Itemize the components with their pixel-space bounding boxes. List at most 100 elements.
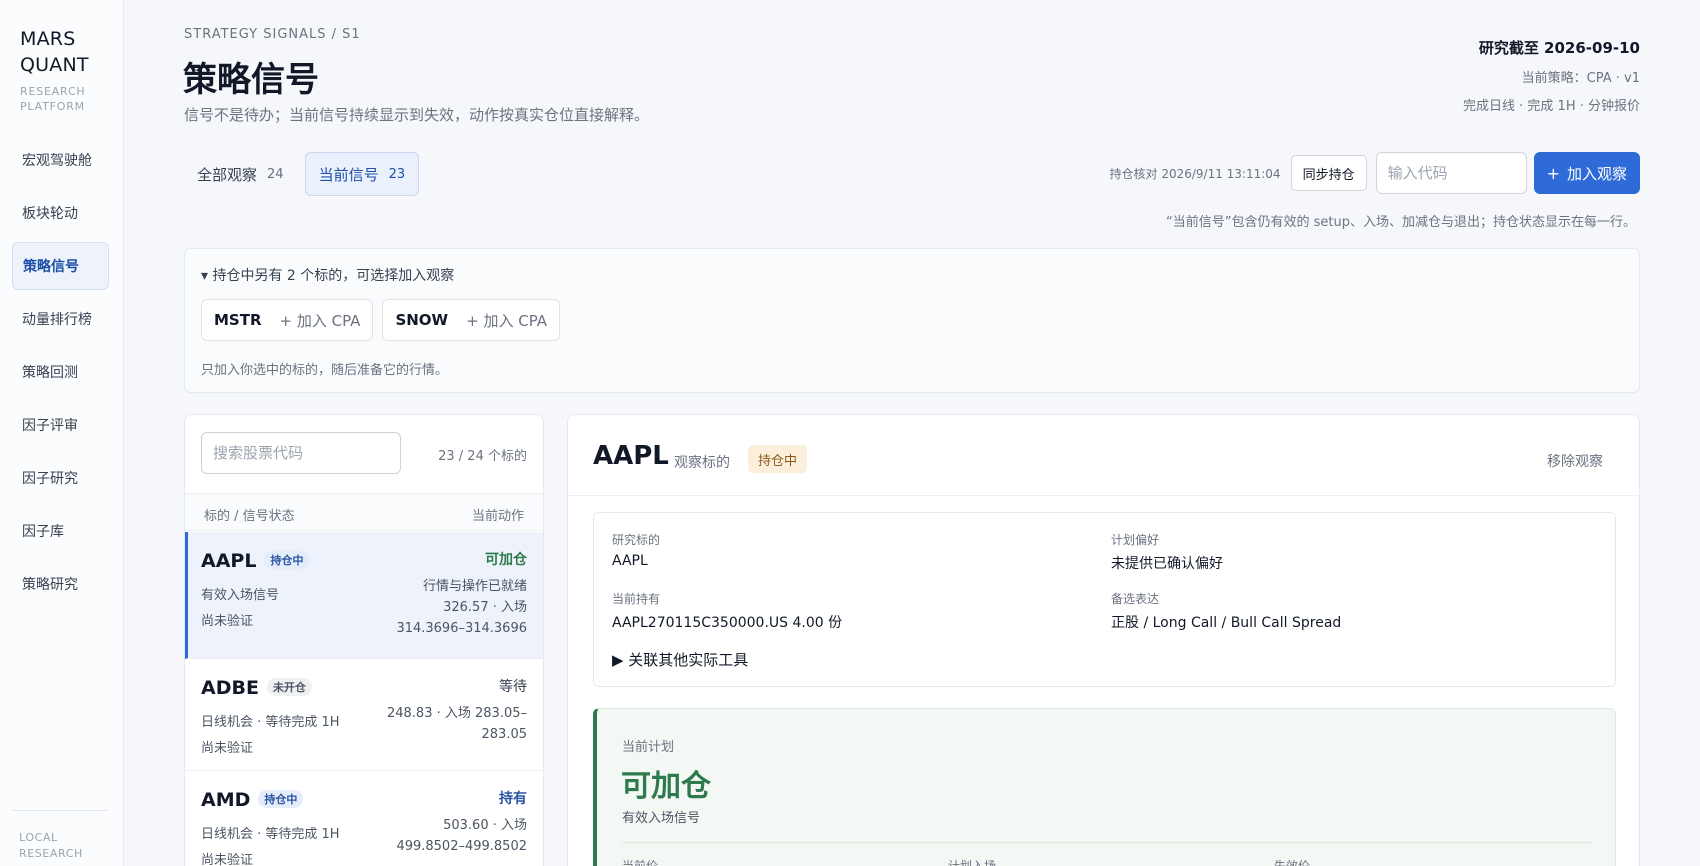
current-plan-card: 当前计划 可加仓 有效入场信号 当前价 计划入场 失效价 (593, 708, 1616, 866)
page-title: 策略信号 (183, 60, 319, 100)
sidebar-item-strategy-signals[interactable]: 策略信号 (12, 242, 109, 290)
row-symbol: AAPL 持仓中 (201, 550, 310, 572)
toolbar-note: “当前信号”包含仍有效的 setup、入场、加减仓与退出；持仓状态显示在每一行。 (1166, 215, 1636, 230)
row-detail-line1: 248.83 · 入场 283.05– (386, 706, 527, 721)
plan-preference-label: 计划偏好 (1111, 533, 1160, 547)
row-symbol-text: ADBE (201, 677, 259, 699)
chip-symbol: SNOW (395, 311, 449, 329)
row-detail: 503.60 · 入场 499.8502–499.8502 (396, 815, 527, 857)
row-symbol: ADBE 未开仓 (201, 677, 312, 699)
holdings-chips: MSTR + 加入 CPA SNOW + 加入 CPA (201, 299, 569, 341)
sidebar: MARS QUANT RESEARCH PLATFORM 宏观驾驶舱 板块轮动 … (0, 0, 124, 866)
signal-detail-panel: AAPL 观察标的 持仓中 移除观察 研究标的 AAPL 计划偏好 未提供已确认… (567, 414, 1640, 866)
list-count: 23 / 24 个标的 (438, 449, 527, 464)
holding-chip-snow: SNOW + 加入 CPA (382, 299, 561, 341)
row-action: 可加仓 (485, 552, 527, 568)
row-signal-status: 日线机会 · 等待完成 1H (201, 715, 340, 730)
alt-expression-value: 正股 / Long Call / Bull Call Spread (1111, 615, 1342, 631)
row-detail: 248.83 · 入场 283.05– 283.05 (387, 703, 527, 745)
plan-preference-value: 未提供已确认偏好 (1111, 556, 1223, 572)
sidebar-item-strategy-research[interactable]: 策略研究 (12, 560, 109, 608)
detail-divider (568, 495, 1639, 496)
status-badge: 持仓中 (264, 551, 310, 569)
plan-label: 当前计划 (622, 740, 675, 755)
brand-name-line2: QUANT (20, 54, 89, 76)
data-status: 完成日线 · 完成 1H · 分钟报价 (1463, 99, 1640, 114)
plan-current-price-label: 当前价 (622, 859, 659, 866)
row-symbol-text: AMD (201, 789, 251, 811)
tab-all-watch[interactable]: 全部观察 24 (184, 152, 297, 196)
remove-watch-button[interactable]: 移除观察 (1547, 451, 1603, 471)
table-row[interactable]: AAPL 持仓中 有效入场信号 尚未验证 可加仓 行情与操作已就绪 326.57 … (185, 532, 543, 659)
sidebar-footer: LOCAL RESEARCH (19, 830, 83, 862)
related-tools-toggle[interactable]: ▶ 关联其他实际工具 (612, 649, 748, 670)
signal-list-panel: 23 / 24 个标的 标的 / 信号状态 当前动作 AAPL 持仓中 有效入场信… (184, 414, 544, 866)
research-symbol-value: AAPL (612, 553, 648, 569)
tab-current-signals-count: 23 (388, 166, 406, 182)
plan-divider (622, 842, 1592, 843)
row-detail-line2: 283.05 (481, 727, 528, 742)
sidebar-item-sector-rotation[interactable]: 板块轮动 (12, 189, 109, 237)
info-card: 研究标的 AAPL 计划偏好 未提供已确认偏好 当前持有 AAPL270115C… (593, 512, 1616, 687)
detail-type: 观察标的 (674, 455, 730, 471)
row-symbol: AMD 持仓中 (201, 789, 304, 811)
breadcrumb: STRATEGY SIGNALS / S1 (184, 27, 361, 42)
add-watch-button[interactable]: + 加入观察 (1533, 152, 1640, 194)
toolbar: 持仓核对 2026/9/11 13:11:04 同步持仓 + 加入观察 (1109, 152, 1640, 194)
sidebar-item-momentum-ranking[interactable]: 动量排行榜 (12, 295, 109, 343)
row-detail-line1: 行情与操作已就绪 (422, 579, 527, 594)
sidebar-item-backtest[interactable]: 策略回测 (12, 348, 109, 396)
holdings-toggle[interactable]: ▾ 持仓中另有 2 个标的，可选择加入观察 (201, 265, 454, 285)
current-holding-label: 当前持有 (612, 592, 661, 606)
status-badge: 持仓中 (258, 790, 304, 808)
sidebar-item-factor-research[interactable]: 因子研究 (12, 454, 109, 502)
sidebar-item-macro-cockpit[interactable]: 宏观驾驶舱 (12, 136, 109, 184)
tab-current-signals[interactable]: 当前信号 23 (304, 152, 420, 196)
plan-entry-label: 计划入场 (948, 859, 997, 866)
chip-symbol: MSTR (214, 311, 262, 329)
row-verification: 尚未验证 (201, 741, 254, 756)
current-strategy: 当前策略：CPA · v1 (1521, 71, 1640, 86)
sidebar-divider (12, 810, 109, 811)
row-detail: 行情与操作已就绪 326.57 · 入场 314.3696–314.3696 (396, 576, 527, 639)
table-row[interactable]: ADBE 未开仓 日线机会 · 等待完成 1H 尚未验证 等待 248.83 · … (185, 659, 543, 771)
row-detail-line2: 326.57 · 入场 (443, 600, 527, 615)
list-header-symbol: 标的 / 信号状态 (204, 509, 295, 524)
plan-description: 有效入场信号 (622, 811, 701, 826)
row-detail-line3: 314.3696–314.3696 (396, 621, 527, 636)
research-symbol-label: 研究标的 (612, 533, 661, 547)
research-date: 研究截至 2026-09-10 (1478, 39, 1640, 57)
page-subtitle: 信号不是待办；当前信号持续显示到失效，动作按真实仓位直接解释。 (184, 106, 650, 124)
add-cpa-button[interactable]: + 加入 CPA (466, 310, 547, 331)
brand-logo: MARS QUANT RESEARCH PLATFORM (20, 26, 89, 114)
row-action: 等待 (499, 679, 527, 695)
row-detail-line2: 499.8502–499.8502 (396, 839, 527, 854)
current-holding-value: AAPL270115C350000.US 4.00 份 (612, 615, 843, 631)
holdings-note: 只加入你选中的标的，随后准备它的行情。 (201, 363, 449, 378)
signal-tabs: 全部观察 24 当前信号 23 (184, 152, 427, 196)
brand-name-line1: MARS (20, 28, 76, 50)
alt-expression-label: 备选表达 (1111, 592, 1160, 606)
sidebar-footer-line2: RESEARCH (19, 847, 83, 860)
sidebar-item-factor-library[interactable]: 因子库 (12, 507, 109, 555)
plan-action: 可加仓 (621, 769, 711, 804)
header-meta: 研究截至 2026-09-10 当前策略：CPA · v1 完成日线 · 完成 … (1463, 37, 1640, 114)
add-cpa-button[interactable]: + 加入 CPA (280, 310, 361, 331)
sidebar-item-factor-review[interactable]: 因子评审 (12, 401, 109, 449)
tab-all-watch-count: 24 (267, 166, 284, 182)
code-input[interactable] (1375, 152, 1527, 194)
sync-holdings-button[interactable]: 同步持仓 (1290, 155, 1367, 191)
sidebar-nav: 宏观驾驶舱 板块轮动 策略信号 动量排行榜 策略回测 因子评审 因子研究 因子库… (12, 136, 109, 613)
sidebar-footer-line1: LOCAL (19, 831, 58, 844)
holding-chip-mstr: MSTR + 加入 CPA (201, 299, 374, 341)
list-header: 标的 / 信号状态 当前动作 (185, 493, 543, 531)
add-watch-label: 加入观察 (1566, 164, 1627, 183)
row-signal-status: 日线机会 · 等待完成 1H (201, 827, 340, 842)
stock-search-input[interactable] (201, 432, 401, 474)
table-row[interactable]: AMD 持仓中 日线机会 · 等待完成 1H 尚未验证 持有 503.60 · 入… (185, 771, 543, 866)
sync-time: 持仓核对 2026/9/11 13:11:04 (1109, 166, 1281, 181)
holdings-panel: ▾ 持仓中另有 2 个标的，可选择加入观察 MSTR + 加入 CPA SNOW… (184, 248, 1640, 393)
tab-current-signals-label: 当前信号 (318, 165, 379, 184)
list-header-action: 当前动作 (471, 509, 524, 524)
plan-invalidation-label: 失效价 (1274, 859, 1311, 866)
